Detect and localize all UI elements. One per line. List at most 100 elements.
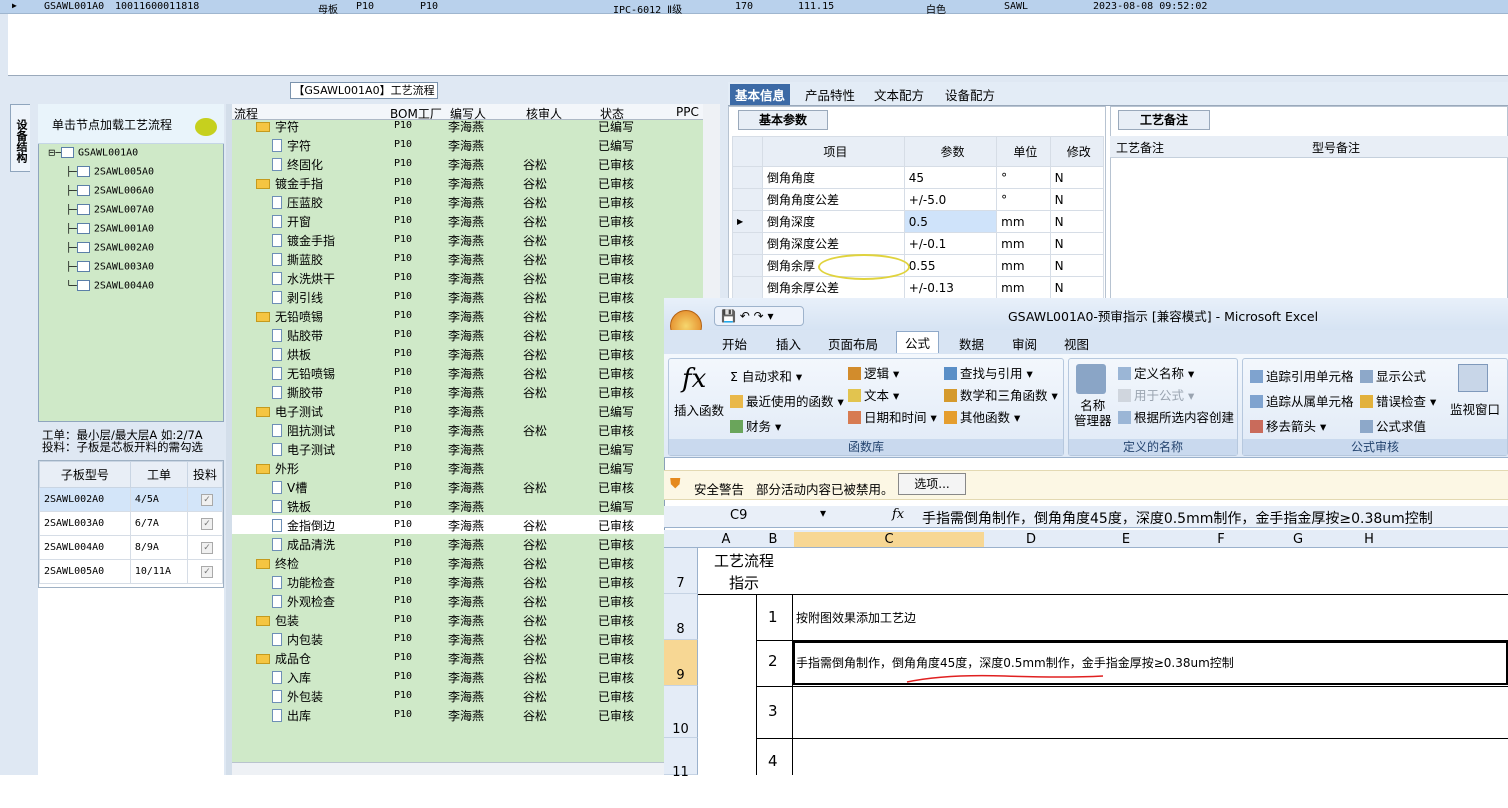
table-row[interactable]: 2SAWL003A0 6/7A ✓ — [39, 511, 223, 536]
table-row[interactable]: 倒角余厚公差 +/-0.13 mm N — [732, 276, 1105, 299]
tree-node[interactable]: ├─ 2SAWL006A0 — [66, 185, 154, 203]
process-row[interactable]: 入库 P10 李海燕 谷松 已审核 — [232, 667, 664, 686]
process-row[interactable]: 铣板 P10 李海燕 已编写 — [232, 496, 664, 515]
watch-window-button[interactable]: 监视窗口 — [1450, 399, 1500, 418]
table-row[interactable]: 2SAWL002A0 4/5A ✓ — [39, 487, 223, 512]
feed-checkbox[interactable]: ✓ — [201, 493, 214, 506]
table-row[interactable]: 倒角深度公差 +/-0.1 mm N — [732, 232, 1105, 255]
col-header[interactable]: PPC — [676, 105, 699, 119]
col-header[interactable]: 投料 — [187, 461, 223, 488]
feed-checkbox[interactable]: ✓ — [201, 517, 214, 530]
process-row[interactable]: 外观检查 P10 李海燕 谷松 已审核 — [232, 591, 664, 610]
tree-node[interactable]: └─ 2SAWL004A0 — [66, 280, 154, 298]
col-b[interactable]: B — [754, 532, 792, 547]
feed-checkbox[interactable]: ✓ — [201, 541, 214, 554]
cell-b8[interactable]: 1 — [768, 608, 778, 626]
tree-node[interactable]: ├─ 2SAWL002A0 — [66, 242, 154, 260]
process-row[interactable]: 功能检查 P10 李海燕 谷松 已审核 — [232, 572, 664, 591]
tab-insert[interactable]: 插入 — [776, 334, 801, 353]
trace-dependents-button[interactable]: 追踪从属单元格 — [1250, 391, 1354, 410]
process-row[interactable]: 阻抗测试 P10 李海燕 谷松 已审核 — [232, 420, 664, 439]
recent-functions-button[interactable]: 最近使用的函数 ▾ — [730, 391, 844, 410]
process-row[interactable]: 包装 P10 李海燕 谷松 已审核 — [232, 610, 664, 629]
process-row[interactable]: V槽 P10 李海燕 谷松 已审核 — [232, 477, 664, 496]
tree-node-root[interactable]: ⊟─ GSAWL001A0 — [48, 147, 138, 165]
name-box[interactable]: C9 — [730, 508, 747, 523]
params-tab[interactable]: 基本参数 — [738, 110, 828, 130]
process-row[interactable]: 电子测试 P10 李海燕 已编写 — [232, 401, 664, 420]
tree-node[interactable]: ├─ 2SAWL001A0 — [66, 223, 154, 241]
process-row[interactable]: 终固化 P10 李海燕 谷松 已审核 — [232, 154, 664, 173]
process-row[interactable]: 开窗 P10 李海燕 谷松 已审核 — [232, 211, 664, 230]
process-row[interactable]: 剥引线 P10 李海燕 谷松 已审核 — [232, 287, 664, 306]
math-trig-button[interactable]: 数学和三角函数 ▾ — [944, 385, 1058, 404]
remove-arrows-button[interactable]: 移去箭头 ▾ — [1250, 416, 1326, 435]
insert-function-icon[interactable]: fx — [682, 364, 706, 394]
process-row[interactable]: 字符 P10 李海燕 已编写 — [232, 135, 664, 154]
col-a[interactable]: A — [700, 532, 752, 547]
col-f[interactable]: F — [1176, 532, 1266, 547]
row-header-11[interactable]: 11 — [664, 738, 698, 780]
process-row[interactable]: 无铅喷锡 P10 李海燕 谷松 已审核 — [232, 363, 664, 382]
top-grid-selected-row[interactable]: ▶ GSAWL001A0 10011600011818 母板 P10 P10 I… — [0, 0, 1508, 16]
table-row[interactable]: 倒角余厚 0.55 mm N — [732, 254, 1105, 277]
cell-b11[interactable]: 4 — [768, 752, 778, 770]
process-row[interactable]: 金指倒边 P10 李海燕 谷松 已审核 — [232, 515, 664, 534]
process-row[interactable]: 压蓝胶 P10 李海燕 谷松 已审核 — [232, 192, 664, 211]
process-row[interactable]: 字符 P10 李海燕 已编写 — [232, 116, 664, 135]
process-row[interactable]: 镀金手指 P10 李海燕 谷松 已审核 — [232, 230, 664, 249]
error-checking-button[interactable]: 错误检查 ▾ — [1360, 391, 1436, 410]
col-g[interactable]: G — [1268, 532, 1328, 547]
more-functions-button[interactable]: 其他函数 ▾ — [944, 407, 1020, 426]
text-button[interactable]: 文本 ▾ — [848, 385, 899, 404]
cell-a7-label[interactable]: 工艺流程 指示 — [706, 550, 782, 594]
cell-b9[interactable]: 2 — [768, 652, 778, 670]
financial-button[interactable]: 财务 ▾ — [730, 416, 781, 435]
tree-node[interactable]: ├─ 2SAWL003A0 — [66, 261, 154, 279]
tab-view[interactable]: 视图 — [1064, 334, 1089, 353]
col-header[interactable]: 工单 — [129, 461, 189, 488]
process-row[interactable]: 内包装 P10 李海燕 谷松 已审核 — [232, 629, 664, 648]
cell-c8[interactable]: 按附图效果添加工艺边 — [796, 609, 916, 626]
autosum-button[interactable]: Σ 自动求和 ▾ — [730, 366, 802, 385]
define-name-button[interactable]: 定义名称 ▾ — [1118, 363, 1194, 382]
tree-node[interactable]: ├─ 2SAWL005A0 — [66, 166, 154, 184]
table-row[interactable]: 2SAWL005A0 10/11A ✓ — [39, 559, 223, 584]
quick-access-toolbar[interactable]: 💾 ↶ ↷ ▾ — [714, 306, 804, 326]
name-manager-button[interactable]: 名称 管理器 — [1074, 398, 1112, 428]
process-row[interactable]: 出库 P10 李海燕 谷松 已审核 — [232, 705, 664, 724]
date-time-button[interactable]: 日期和时间 ▾ — [848, 407, 937, 426]
tab-text-recipe[interactable]: 文本配方 — [874, 85, 924, 104]
process-row[interactable]: 成品清洗 P10 李海燕 谷松 已审核 — [232, 534, 664, 553]
row-header-7[interactable]: 7 — [664, 548, 698, 594]
create-from-selection-button[interactable]: 根据所选内容创建 — [1118, 407, 1234, 426]
cell-b10[interactable]: 3 — [768, 702, 778, 720]
process-row[interactable]: 外形 P10 李海燕 已编写 — [232, 458, 664, 477]
process-row[interactable]: 终检 P10 李海燕 谷松 已审核 — [232, 553, 664, 572]
process-row[interactable]: 撕蓝胶 P10 李海燕 谷松 已审核 — [232, 249, 664, 268]
evaluate-formula-button[interactable]: 公式求值 — [1360, 416, 1426, 435]
trace-precedents-button[interactable]: 追踪引用单元格 — [1250, 366, 1354, 385]
table-row[interactable]: ▶ 倒角深度 0.5 mm N — [732, 210, 1105, 233]
horizontal-scrollbar[interactable] — [232, 762, 664, 775]
options-button[interactable]: 选项... — [898, 473, 966, 495]
show-formulas-button[interactable]: 显示公式 — [1360, 366, 1426, 385]
tab-basic-info[interactable]: 基本信息 — [730, 84, 791, 105]
tab-formulas[interactable]: 公式 — [896, 331, 940, 353]
col-e[interactable]: E — [1078, 532, 1174, 547]
process-row[interactable]: 水洗烘干 P10 李海燕 谷松 已审核 — [232, 268, 664, 287]
process-row[interactable]: 外包装 P10 李海燕 谷松 已审核 — [232, 686, 664, 705]
row-header-8[interactable]: 8 — [664, 594, 698, 640]
logical-button[interactable]: 逻辑 ▾ — [848, 363, 899, 382]
use-in-formula-button[interactable]: 用于公式 ▾ — [1118, 385, 1194, 404]
col-header[interactable]: 子板型号 — [39, 461, 131, 488]
tab-home[interactable]: 开始 — [722, 334, 747, 353]
row-header-10[interactable]: 10 — [664, 686, 698, 738]
tab-page-layout[interactable]: 页面布局 — [828, 334, 878, 353]
table-row[interactable]: 2SAWL004A0 8/9A ✓ — [39, 535, 223, 560]
fx-icon[interactable]: fx — [892, 507, 904, 522]
tab-equipment-recipe[interactable]: 设备配方 — [945, 85, 995, 104]
process-row[interactable]: 电子测试 P10 李海燕 已编写 — [232, 439, 664, 458]
tab-data[interactable]: 数据 — [959, 334, 984, 353]
row-header-9[interactable]: 9 — [664, 640, 698, 686]
